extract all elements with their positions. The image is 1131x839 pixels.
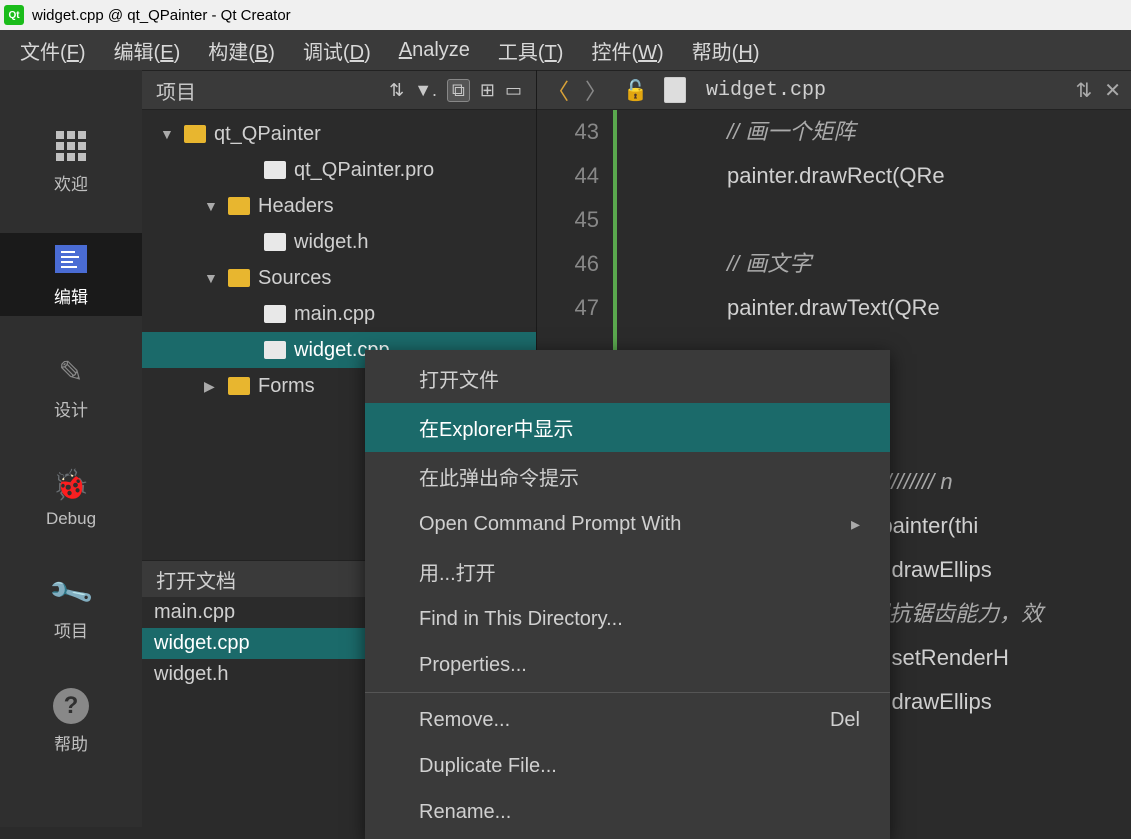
mode-help[interactable]: ? 帮助: [0, 680, 142, 763]
tree-node-sources[interactable]: ▼Sources: [142, 260, 536, 296]
mode-label: 项目: [54, 617, 88, 642]
mode-label: 设计: [54, 396, 88, 421]
mode-label: Debug: [46, 509, 96, 529]
dropdown-icon[interactable]: ⇅: [1075, 78, 1092, 103]
ctx-find-in-this-directory-[interactable]: Find in This Directory...: [365, 596, 890, 642]
ctx--[interactable]: 打开文件: [365, 354, 890, 403]
bug-icon: 🐞: [53, 467, 89, 503]
lock-icon[interactable]: 🔓: [623, 78, 648, 103]
filter-icon[interactable]: ▼.: [414, 80, 437, 101]
menu-e[interactable]: 编辑(E): [114, 36, 181, 65]
nav-back-icon[interactable]: 〈: [547, 74, 569, 106]
menu-b[interactable]: 构建(B): [208, 36, 275, 65]
menu-d[interactable]: 调试(D): [303, 36, 371, 65]
mode-project[interactable]: 🔧 项目: [0, 567, 142, 650]
ctx--[interactable]: 用...打开: [365, 547, 890, 596]
welcome-icon: [53, 128, 89, 164]
context-menu[interactable]: 打开文件在Explorer中显示在此弹出命令提示Open Command Pro…: [365, 350, 890, 839]
close-icon[interactable]: ✕: [1104, 78, 1121, 103]
app-icon: Qt: [4, 5, 24, 25]
editor-toolbar: 〈 〉 🔓 widget.cpp ⇅ ✕: [537, 70, 1131, 110]
window-title: widget.cpp @ qt_QPainter - Qt Creator: [32, 7, 291, 24]
menu-a[interactable]: Analyze: [399, 39, 470, 62]
tree-node-headers[interactable]: ▼Headers: [142, 188, 536, 224]
ctx-properties-[interactable]: Properties...: [365, 642, 890, 688]
wrench-icon: 🔧: [46, 568, 95, 617]
nav-forward-icon[interactable]: 〉: [585, 74, 607, 106]
pencil-icon: ✎: [53, 354, 89, 390]
menu-f[interactable]: 文件(F): [20, 36, 86, 65]
tree-node-qt_qpainter-pro[interactable]: qt_QPainter.pro: [142, 152, 536, 188]
menu-t[interactable]: 工具(T): [498, 36, 564, 65]
editor-filename[interactable]: widget.cpp: [706, 79, 1060, 102]
tree-node-qt_qpainter[interactable]: ▼qt_QPainter: [142, 116, 536, 152]
ctx-rename-[interactable]: Rename...: [365, 789, 890, 835]
ctx--[interactable]: 在此弹出命令提示: [365, 452, 890, 501]
dropdown-icon[interactable]: ⇅: [389, 80, 404, 101]
edit-icon: [53, 241, 89, 277]
menu-w[interactable]: 控件(W): [591, 36, 663, 65]
ctx-open-command-prompt-with[interactable]: Open Command Prompt With▸: [365, 501, 890, 547]
mode-sidebar: 欢迎 编辑 ✎ 设计 🐞 Debug 🔧 项目 ? 帮助: [0, 70, 142, 827]
titlebar: Qt widget.cpp @ qt_QPainter - Qt Creator: [0, 0, 1131, 30]
view-icon[interactable]: ▭: [505, 80, 522, 101]
help-icon: ?: [53, 688, 89, 724]
mode-label: 编辑: [54, 283, 88, 308]
mode-label: 欢迎: [54, 170, 88, 195]
tree-node-widget-h[interactable]: widget.h: [142, 224, 536, 260]
open-docs-title: 打开文档: [156, 565, 236, 594]
project-panel-header: 项目 ⇅ ▼. ⧉ ⊞ ▭: [142, 70, 536, 110]
mode-label: 帮助: [54, 730, 88, 755]
file-icon: [664, 77, 686, 103]
split-icon[interactable]: ⊞: [480, 80, 495, 101]
ctx--explorer-[interactable]: 在Explorer中显示: [365, 403, 890, 452]
ctx-duplicate-file-[interactable]: Duplicate File...: [365, 743, 890, 789]
mode-debug[interactable]: 🐞 Debug: [0, 459, 142, 537]
panel-title: 项目: [156, 76, 196, 105]
mode-welcome[interactable]: 欢迎: [0, 120, 142, 203]
ctx-remove-[interactable]: Remove...Del: [365, 697, 890, 743]
mode-design[interactable]: ✎ 设计: [0, 346, 142, 429]
mode-edit[interactable]: 编辑: [0, 233, 142, 316]
menubar[interactable]: 文件(F) 编辑(E) 构建(B) 调试(D) Analyze 工具(T) 控件(W) 帮助(…: [0, 30, 1131, 70]
link-icon[interactable]: ⧉: [447, 79, 470, 102]
menu-h[interactable]: 帮助(H): [692, 36, 760, 65]
tree-node-main-cpp[interactable]: main.cpp: [142, 296, 536, 332]
